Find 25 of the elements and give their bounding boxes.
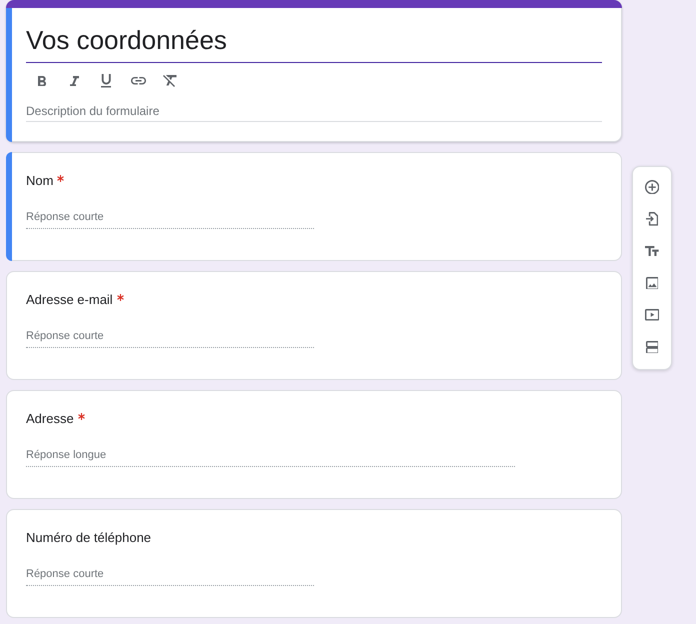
form-header-card[interactable]: Vos coordonnées Description du formulaire (6, 0, 622, 142)
description-field[interactable]: Description du formulaire (26, 103, 602, 122)
question-card[interactable]: Adresse Réponse longue (6, 390, 622, 499)
question-card[interactable]: Numéro de téléphone Réponse courte (6, 509, 622, 618)
long-answer-field[interactable]: Réponse longue (26, 447, 515, 467)
video-icon (644, 309, 660, 321)
section-icon (646, 340, 658, 354)
question-title: Nom (26, 172, 54, 190)
title-field[interactable]: Vos coordonnées (26, 24, 602, 63)
underline-icon (100, 74, 112, 88)
question-card[interactable]: Adresse e-mail Réponse courte (6, 271, 622, 380)
italic-icon (70, 76, 78, 86)
clear-formatting-icon (163, 75, 177, 87)
bold-icon (38, 76, 46, 86)
short-answer-field[interactable]: Réponse courte (26, 209, 314, 229)
short-answer-field[interactable]: Réponse courte (26, 328, 314, 348)
question-title: Adresse e-mail (26, 291, 113, 309)
question-title: Numéro de téléphone (26, 529, 152, 547)
image-icon (646, 276, 658, 290)
short-answer-field[interactable]: Réponse courte (26, 566, 314, 586)
question-card[interactable]: Nom Réponse courte (6, 152, 622, 261)
file-import-icon (646, 212, 658, 226)
question-title: Adresse (26, 410, 74, 428)
link-icon (130, 77, 146, 85)
text-size-icon (645, 246, 659, 256)
